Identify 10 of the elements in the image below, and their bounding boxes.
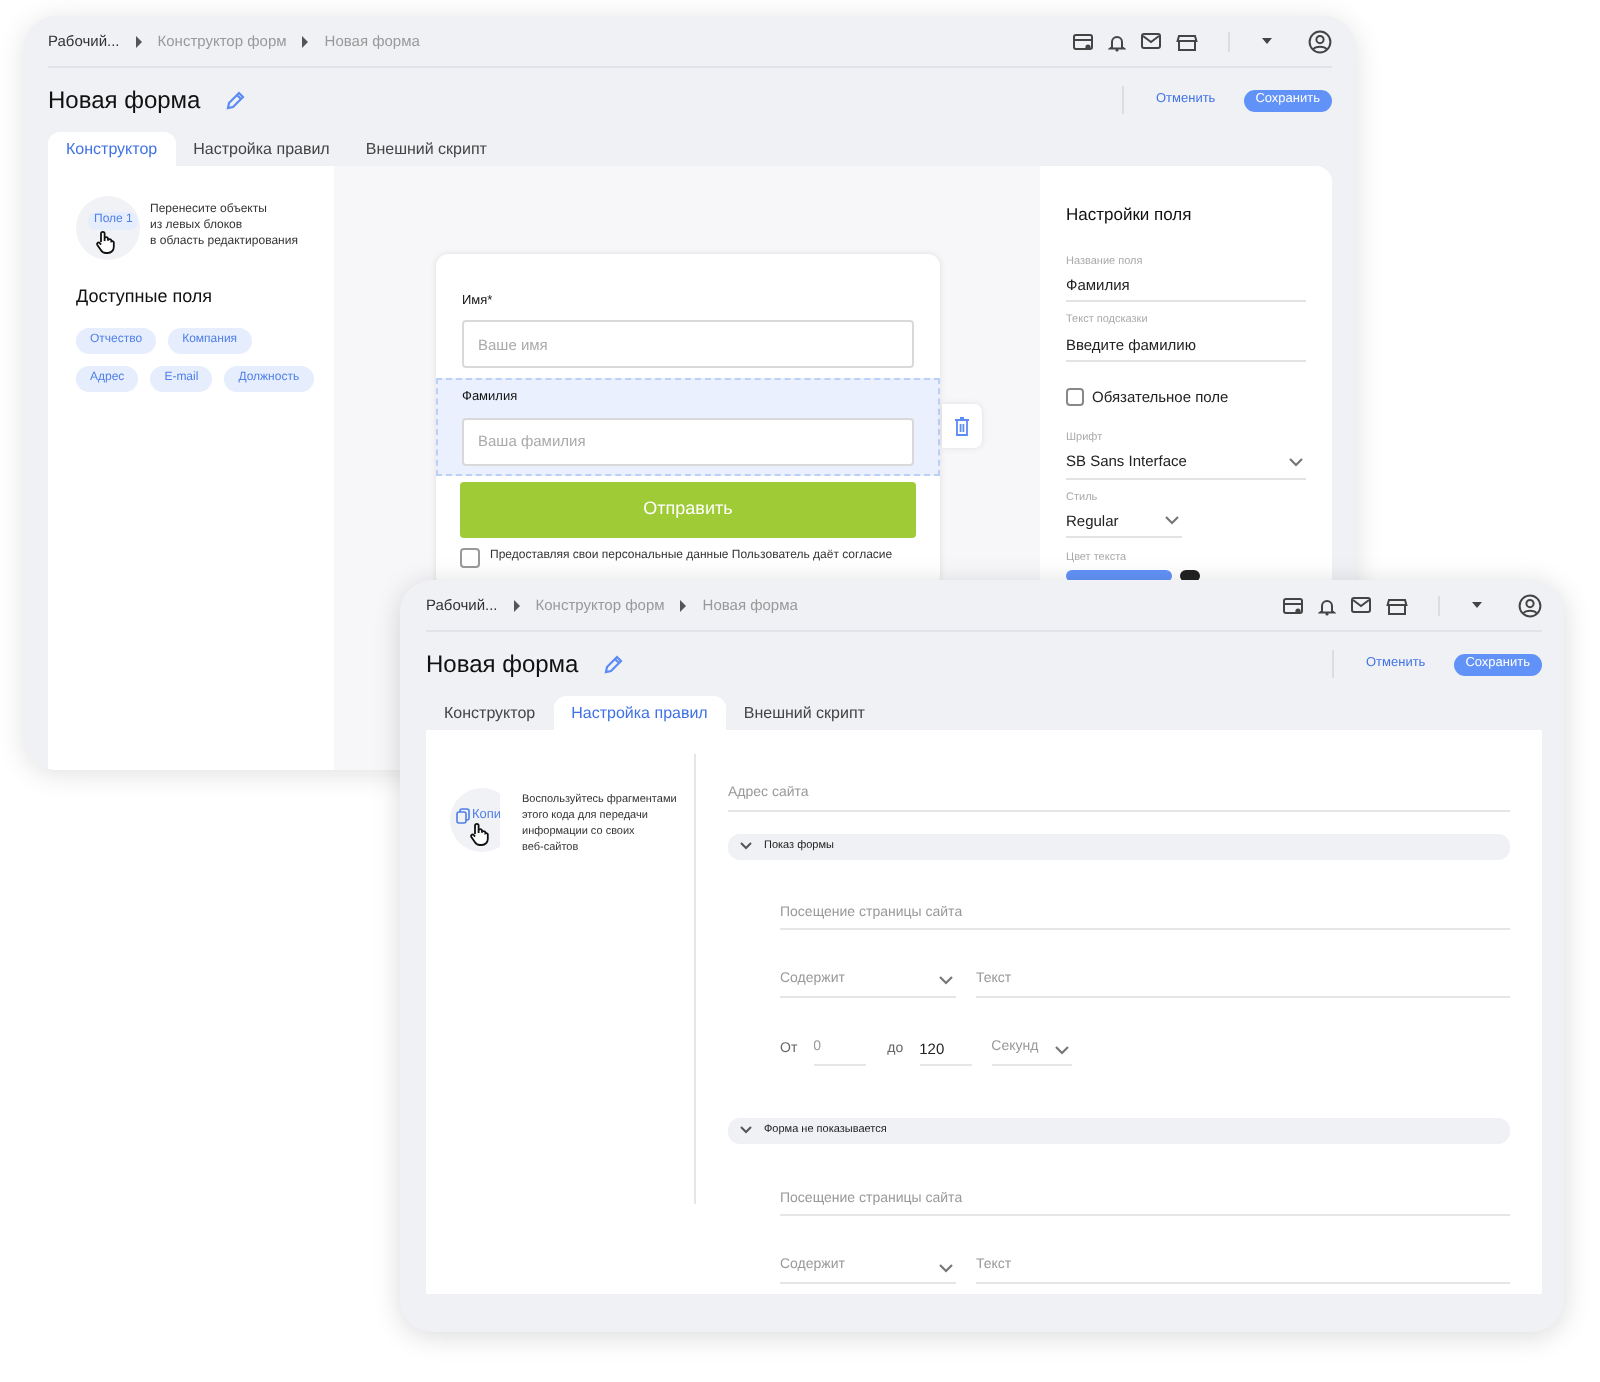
tab[interactable]: Настройка правил [553, 696, 726, 730]
tab[interactable]: Внешний скрипт [725, 696, 883, 730]
tab[interactable]: Конструктор [48, 132, 176, 166]
tab[interactable]: Внешний скрипт [347, 132, 505, 166]
panel-title: Настройки поля [1066, 202, 1194, 228]
tab[interactable]: Настройка правил [175, 132, 348, 166]
tab[interactable]: Конструктор [426, 696, 554, 730]
section-title: Доступные поля [76, 284, 215, 310]
page-title: Новая форма [426, 648, 579, 682]
page-title: Новая форма [48, 84, 201, 118]
